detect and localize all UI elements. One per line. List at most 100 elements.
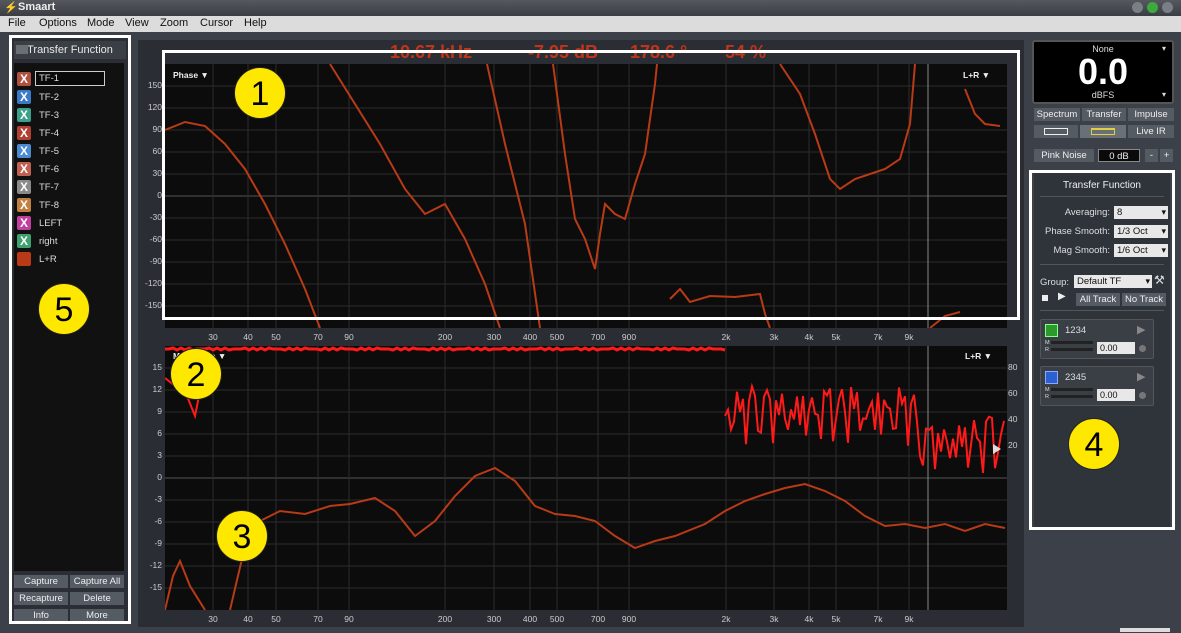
magnitude-y-tick: -9 xyxy=(154,538,162,548)
phase-x-tick: 40 xyxy=(243,332,253,342)
single-pane-icon xyxy=(1044,128,1068,135)
phase-x-tick: 3k xyxy=(769,332,779,342)
magnitude-trace-svg xyxy=(165,346,1007,610)
magnitude-x-tick: 40 xyxy=(243,614,253,624)
coherence-threshold-handle[interactable] xyxy=(993,444,1001,454)
phase-x-tick: 90 xyxy=(344,332,354,342)
meter-value: 0.0 xyxy=(1077,51,1129,92)
menu-mode[interactable]: Mode xyxy=(87,17,115,29)
magnitude-x-tick: 4k xyxy=(804,614,814,624)
phase-y-tick: -120 xyxy=(144,278,162,288)
magnitude-x-tick: 9k xyxy=(904,614,914,624)
magnitude-y-tick: -12 xyxy=(149,560,162,570)
magnitude-trace xyxy=(165,558,206,610)
magnitude-x-tick: 90 xyxy=(344,614,354,624)
phase-x-tick: 7k xyxy=(873,332,883,342)
app-title: Smaart xyxy=(18,1,56,13)
annotation-box-4 xyxy=(1029,170,1175,530)
phase-x-tick: 700 xyxy=(590,332,606,342)
magnitude-x-tick: 3k xyxy=(769,614,779,624)
magnitude-y-tick: -6 xyxy=(154,516,162,526)
meter-unit-dropdown-icon[interactable]: ▾ xyxy=(1162,90,1166,99)
live-ir-button[interactable]: Live IR xyxy=(1128,125,1174,138)
phase-y-tick: -90 xyxy=(149,256,162,266)
magnitude-x-tick: 7k xyxy=(873,614,883,624)
magnitude-y-tick: 9 xyxy=(157,406,162,416)
magnitude-x-tick: 300 xyxy=(486,614,502,624)
menu-help[interactable]: Help xyxy=(244,17,267,29)
menu-bar: File Options Mode View Zoom Cursor Help xyxy=(0,16,1181,32)
meter-unit: dBFS xyxy=(1091,90,1115,100)
phase-x-tick: 400 xyxy=(522,332,538,342)
phase-x-tick: 2k xyxy=(721,332,731,342)
minimize-icon[interactable] xyxy=(1132,2,1143,13)
magnitude-channel-select[interactable]: L+R ▼ xyxy=(965,351,992,361)
phase-y-tick: -60 xyxy=(149,234,162,244)
title-bar: ⚡ Smaart xyxy=(0,0,1181,16)
annotation-badge-2: 2 xyxy=(170,348,222,400)
maximize-icon[interactable] xyxy=(1147,2,1158,13)
annotation-badge-5: 5 xyxy=(38,283,90,335)
annotation-badge-4: 4 xyxy=(1068,418,1120,470)
magnitude-x-tick: 200 xyxy=(437,614,453,624)
pink-noise-decrease-button[interactable]: - xyxy=(1145,149,1158,162)
dual-view-button[interactable] xyxy=(1080,125,1126,138)
spectrum-mode-button[interactable]: Spectrum xyxy=(1034,108,1080,121)
menu-cursor[interactable]: Cursor xyxy=(200,17,233,29)
phase-y-tick: 60 xyxy=(152,146,162,156)
magnitude-graph[interactable]: Magnitude ▼ L+R ▼ xyxy=(165,346,1007,610)
pink-noise-level[interactable]: 0 dB xyxy=(1098,149,1140,162)
magnitude-y-tick: -15 xyxy=(149,582,162,592)
annotation-box-1 xyxy=(162,50,1020,320)
phase-x-tick: 30 xyxy=(208,332,218,342)
phase-y-tick: 90 xyxy=(152,124,162,134)
magnitude-y-tick: -3 xyxy=(154,494,162,504)
transfer-mode-button[interactable]: Transfer xyxy=(1082,108,1126,121)
magnitude-x-tick: 500 xyxy=(549,614,565,624)
phase-x-tick: 900 xyxy=(621,332,637,342)
magnitude-y-tick: 6 xyxy=(157,428,162,438)
coherence-y-tick: 60 xyxy=(1008,388,1018,398)
coherence-y-tick: 80 xyxy=(1008,362,1018,372)
annotation-badge-3: 3 xyxy=(216,510,268,562)
magnitude-x-tick: 400 xyxy=(522,614,538,624)
pink-noise-increase-button[interactable]: + xyxy=(1160,149,1173,162)
magnitude-trace xyxy=(229,466,1006,610)
impulse-mode-button[interactable]: Impulse xyxy=(1128,108,1174,121)
magnitude-x-tick: 900 xyxy=(621,614,637,624)
annotation-badge-1: 1 xyxy=(234,67,286,119)
magnitude-y-tick: 0 xyxy=(157,472,162,482)
dual-pane-icon xyxy=(1091,128,1115,135)
coherence-y-tick: 40 xyxy=(1008,414,1018,424)
phase-x-tick: 300 xyxy=(486,332,502,342)
magnitude-y-tick: 12 xyxy=(152,384,162,394)
phase-x-tick: 500 xyxy=(549,332,565,342)
menu-file[interactable]: File xyxy=(8,17,26,29)
magnitude-x-tick: 2k xyxy=(721,614,731,624)
single-view-button[interactable] xyxy=(1034,125,1078,138)
pink-noise-button[interactable]: Pink Noise xyxy=(1034,149,1094,162)
phase-x-tick: 4k xyxy=(804,332,814,342)
magnitude-x-tick: 30 xyxy=(208,614,218,624)
phase-y-tick: -150 xyxy=(144,300,162,310)
phase-x-tick: 200 xyxy=(437,332,453,342)
magnitude-y-tick: 3 xyxy=(157,450,162,460)
magnitude-x-tick: 50 xyxy=(271,614,281,624)
magnitude-y-tick: 15 xyxy=(152,362,162,372)
input-level-meter[interactable]: None ▾ 0.0 dBFS ▾ xyxy=(1032,40,1174,104)
phase-x-tick: 5k xyxy=(831,332,841,342)
menu-options[interactable]: Options xyxy=(39,17,77,29)
magnitude-x-tick: 70 xyxy=(313,614,323,624)
coherence-trace xyxy=(724,382,1005,473)
app-logo-icon: ⚡ xyxy=(4,2,18,14)
resize-grip[interactable] xyxy=(1120,628,1170,632)
phase-x-tick: 70 xyxy=(313,332,323,342)
phase-y-tick: 120 xyxy=(147,102,162,112)
coherence-y-tick: 20 xyxy=(1008,440,1018,450)
phase-x-tick: 9k xyxy=(904,332,914,342)
menu-view[interactable]: View xyxy=(125,17,149,29)
phase-y-tick: 0 xyxy=(157,190,162,200)
close-icon[interactable] xyxy=(1162,2,1173,13)
menu-zoom[interactable]: Zoom xyxy=(160,17,188,29)
magnitude-x-tick: 700 xyxy=(590,614,606,624)
